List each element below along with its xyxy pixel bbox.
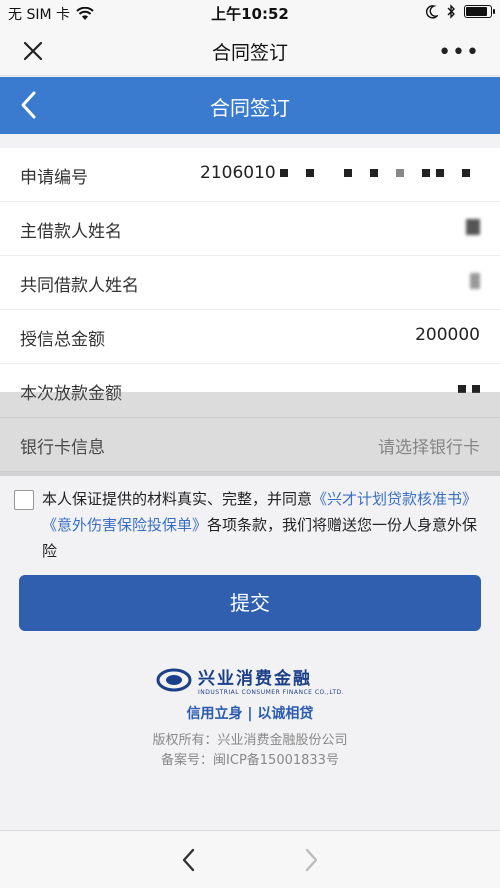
application-no-value: 2106010 [200, 163, 470, 183]
borrower-name-value [466, 217, 480, 237]
row-label: 共同借款人姓名 [20, 276, 139, 296]
credit-total-value: 200000 [415, 325, 480, 345]
status-bar: 无 SIM 卡 上午10:52 [0, 0, 500, 26]
brand-name-en: INDUSTRIAL CONSUMER FINANCE CO.,LTD. [197, 689, 345, 696]
redaction-mark [421, 169, 430, 177]
brand-logo: 兴业消费金融 INDUSTRIAL CONSUMER FINANCE CO.,L… [156, 664, 344, 696]
row-label: 授信总金额 [20, 330, 105, 350]
agree-checkbox[interactable] [14, 490, 34, 510]
form-row-co-borrower: 共同借款人姓名 [0, 256, 500, 310]
status-right [426, 4, 495, 19]
nav-back-icon[interactable] [178, 847, 200, 873]
wechat-nav-bar: 合同签订 ••• [0, 26, 500, 76]
row-label: 申请编号 [20, 168, 88, 188]
agreement-block: 本人保证提供的材料真实、完整，并同意《兴才计划贷款核准书》《意外伤害保险投保单》… [14, 486, 486, 564]
copyright-block: 版权所有：兴业消费金融股份公司 备案号：闽ICP备15001833号 [0, 731, 500, 771]
brand-logo-icon [156, 668, 192, 692]
icp-text: 备案号：闽ICP备15001833号 [161, 753, 339, 768]
co-borrower-name-value [470, 271, 480, 291]
battery-icon [464, 5, 495, 18]
page-header: 合同签订 [0, 77, 500, 134]
status-time: 上午10:52 [211, 5, 289, 23]
copyright-text: 版权所有：兴业消费金融股份公司 [152, 733, 348, 748]
agreement-prefix: 本人保证提供的材料真实、完整，并同意 [42, 490, 313, 508]
redaction-mark [369, 169, 378, 177]
submit-button[interactable]: 提交 [19, 575, 481, 631]
redaction-blur [466, 219, 480, 235]
brand-name: 兴业消费金融 INDUSTRIAL CONSUMER FINANCE CO.,L… [198, 664, 344, 696]
loan-approval-link[interactable]: 《兴才计划贷款核准书》 [312, 490, 477, 508]
form-row-application-no: 申请编号 2106010 [0, 148, 500, 202]
form-row-borrower: 主借款人姓名 [0, 202, 500, 256]
page-title: 合同签订 [210, 96, 290, 120]
battery-level [466, 7, 487, 16]
browser-nav-bar [0, 830, 500, 888]
form-row-credit-total: 授信总金额 200000 [0, 310, 500, 364]
nav-forward-icon[interactable] [300, 847, 322, 873]
redaction-mark [305, 169, 314, 177]
redaction-mark [461, 169, 470, 177]
redaction-mark [435, 169, 444, 177]
redaction-mark [395, 169, 404, 177]
more-icon[interactable]: ••• [438, 40, 480, 65]
translucent-overlay [0, 392, 500, 476]
moon-icon [426, 4, 438, 18]
insurance-form-link[interactable]: 《意外伤害保险投保单》 [42, 516, 207, 534]
slogan: 信用立身 | 以诚相贷 [186, 706, 314, 722]
wechat-title: 合同签订 [211, 42, 288, 64]
row-label: 主借款人姓名 [20, 222, 122, 242]
bluetooth-icon [447, 4, 455, 19]
redaction-mark [343, 169, 352, 177]
footer: 兴业消费金融 INDUSTRIAL CONSUMER FINANCE CO.,L… [0, 664, 500, 771]
application-no-text: 2106010 [200, 163, 276, 183]
redaction-mark [279, 169, 288, 177]
agreement-text: 本人保证提供的材料真实、完整，并同意《兴才计划贷款核准书》《意外伤害保险投保单》… [14, 486, 486, 564]
redaction-blur [470, 273, 480, 289]
brand-name-cn: 兴业消费金融 [197, 669, 312, 689]
